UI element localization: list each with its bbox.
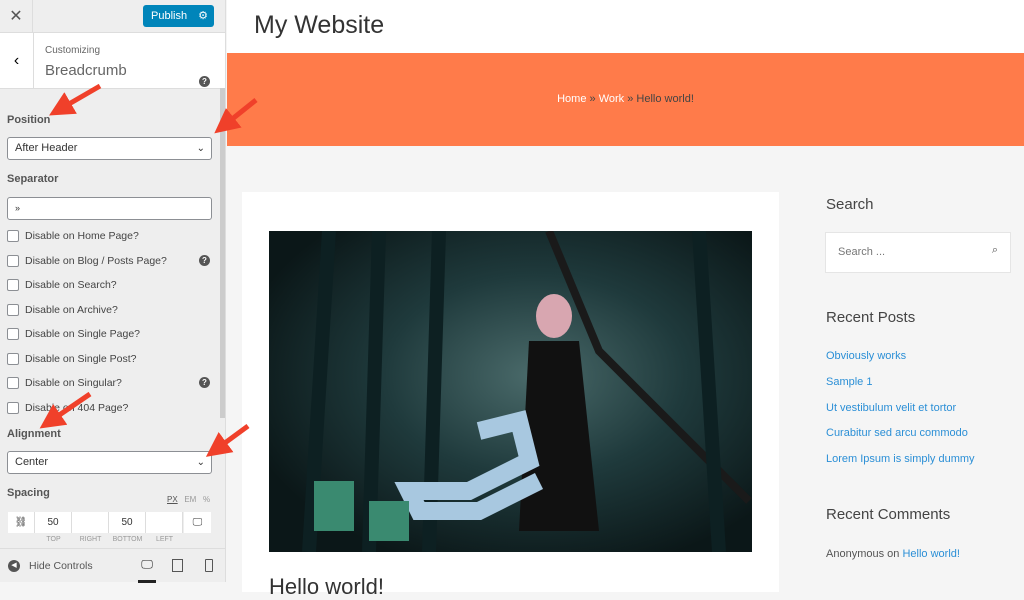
annotation-arrows xyxy=(39,83,258,457)
arrow-icon xyxy=(205,423,250,457)
arrow-icon xyxy=(214,98,258,134)
arrow-icon xyxy=(49,83,102,116)
arrow-icon xyxy=(39,391,92,429)
